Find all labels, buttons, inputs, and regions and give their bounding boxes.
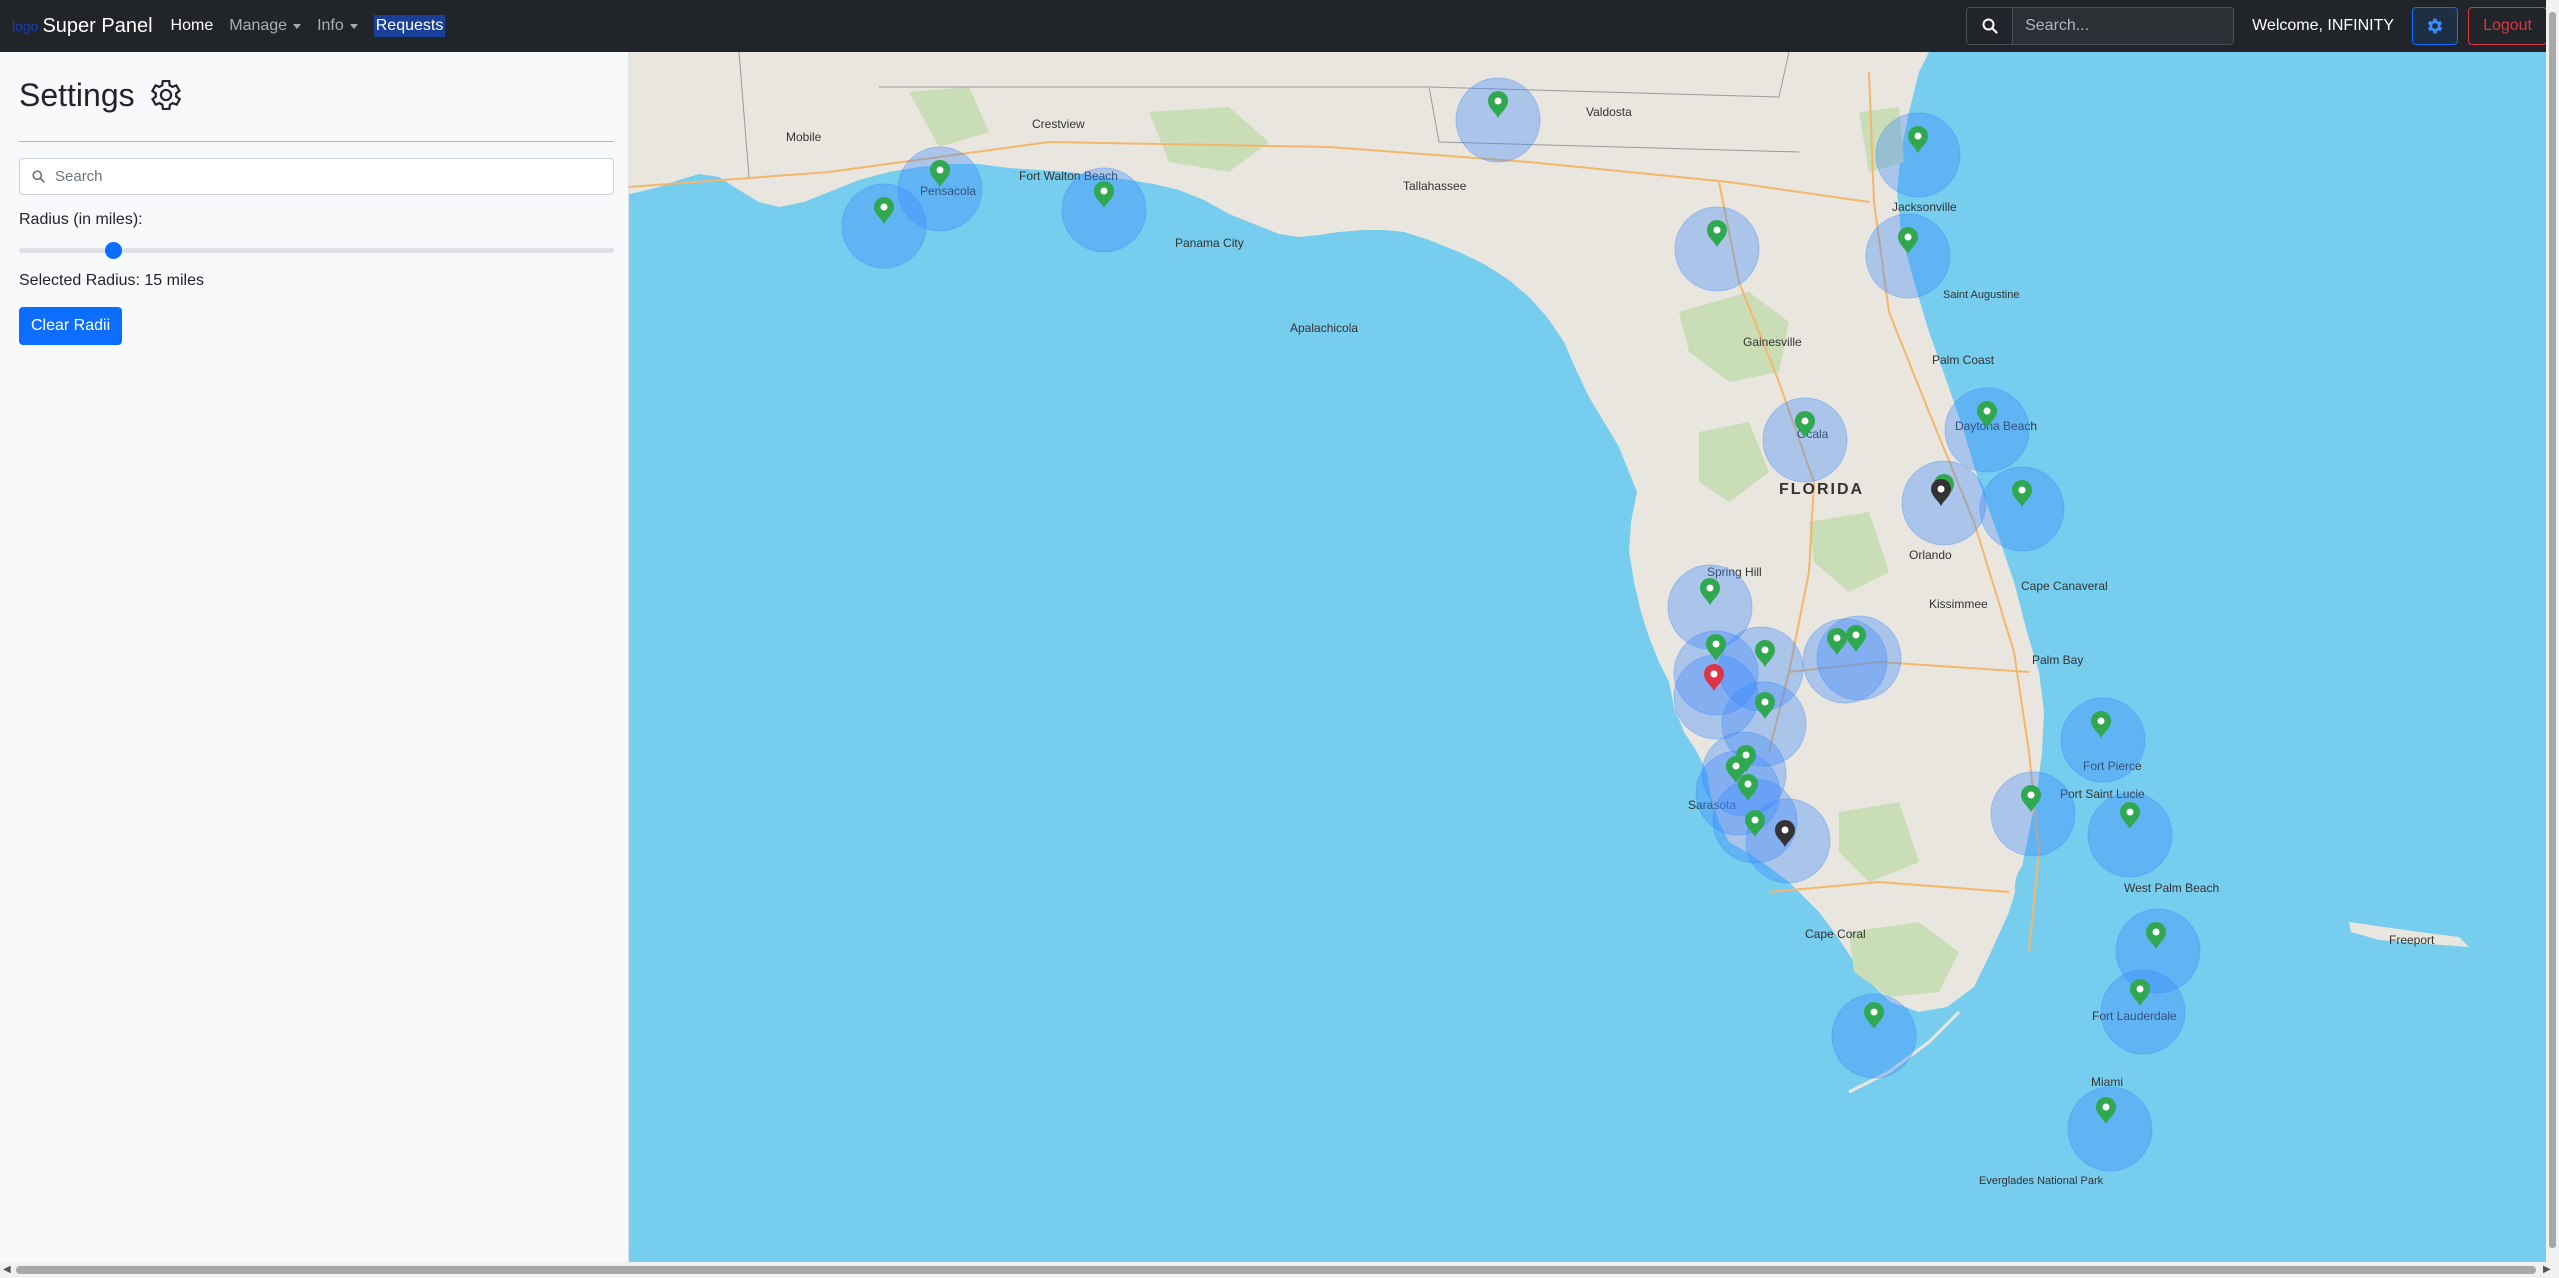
- brand-name: Super Panel: [42, 14, 153, 37]
- divider: [19, 141, 614, 142]
- scroll-right-arrow-icon[interactable]: ▶: [2543, 1264, 2551, 1275]
- navbar-right: Welcome, INFINITY Logout: [1966, 7, 2547, 45]
- scrollbar-thumb[interactable]: [16, 1266, 2536, 1274]
- selected-radius-text: Selected Radius: 15 miles: [19, 272, 204, 289]
- vertical-scrollbar[interactable]: [2546, 0, 2559, 1262]
- clear-radii-button[interactable]: Clear Radii: [19, 307, 123, 345]
- city-label: Tallahassee: [1403, 179, 1467, 193]
- nav-manage-label: Manage: [229, 17, 288, 34]
- chevron-down-icon: [293, 23, 302, 29]
- city-label: Everglades National Park: [1979, 1175, 2104, 1187]
- page-title: Settings: [19, 76, 135, 113]
- location-search: [19, 158, 614, 195]
- map-canvas[interactable]: Mobile Crestview Pensacola Fort Walton B…: [629, 52, 2546, 1262]
- city-label: Freeport: [2389, 933, 2435, 947]
- search-icon: [32, 170, 45, 183]
- top-navbar: logo Super Panel Home Manage Info Reques…: [0, 0, 2559, 52]
- settings-button[interactable]: [2412, 7, 2459, 45]
- nav-home[interactable]: Home: [171, 17, 214, 35]
- city-label: Orlando: [1909, 548, 1952, 562]
- city-label: Palm Bay: [2032, 653, 2083, 667]
- scrollbar-thumb[interactable]: [2549, 12, 2556, 1248]
- city-label: Mobile: [786, 130, 822, 144]
- slider-handle[interactable]: [105, 242, 122, 259]
- city-label: Cape Canaveral: [2021, 579, 2108, 593]
- gear-icon: [150, 79, 181, 111]
- gear-icon: [2427, 18, 2443, 34]
- navbar-search-button[interactable]: [1967, 8, 2014, 44]
- logout-button[interactable]: Logout: [2468, 7, 2547, 45]
- nav-manage-dropdown[interactable]: Manage: [229, 17, 302, 35]
- nav-info-label: Info: [317, 17, 344, 34]
- search-icon: [1982, 18, 1998, 34]
- nav-info-dropdown[interactable]: Info: [317, 17, 358, 35]
- chevron-down-icon: [349, 23, 358, 29]
- city-label: Panama City: [1175, 236, 1244, 250]
- horizontal-scrollbar[interactable]: ◀ ▶: [0, 1262, 2559, 1278]
- state-label: FLORIDA: [1779, 481, 1864, 498]
- city-label: Apalachicola: [1290, 321, 1358, 335]
- brand-logo: logo: [12, 18, 39, 34]
- settings-header: Settings: [19, 70, 609, 120]
- scroll-left-arrow-icon[interactable]: ◀: [3, 1264, 11, 1275]
- city-label: Kissimmee: [1929, 597, 1988, 611]
- radius-slider[interactable]: [19, 239, 614, 261]
- city-label: Crestview: [1032, 117, 1085, 131]
- city-label: West Palm Beach: [2124, 881, 2219, 895]
- city-label: Valdosta: [1586, 105, 1632, 119]
- nav-requests[interactable]: Requests: [373, 15, 446, 37]
- city-label: Jacksonville: [1892, 200, 1957, 214]
- brand[interactable]: logo Super Panel: [12, 15, 153, 38]
- navbar-search-input[interactable]: [2013, 8, 2234, 44]
- city-label: Cape Coral: [1805, 927, 1866, 941]
- navbar-search: [1966, 7, 2235, 45]
- map[interactable]: Mobile Crestview Pensacola Fort Walton B…: [629, 52, 2546, 1262]
- city-label: Palm Coast: [1932, 353, 1995, 367]
- location-search-input[interactable]: [55, 168, 595, 185]
- radius-label: Radius (in miles):: [19, 211, 143, 228]
- city-label: Saint Augustine: [1943, 289, 2019, 301]
- settings-sidebar: Settings Radius (in miles): Selected Rad…: [0, 52, 629, 1262]
- city-label: Gainesville: [1743, 335, 1802, 349]
- welcome-text: Welcome, INFINITY: [2252, 17, 2395, 34]
